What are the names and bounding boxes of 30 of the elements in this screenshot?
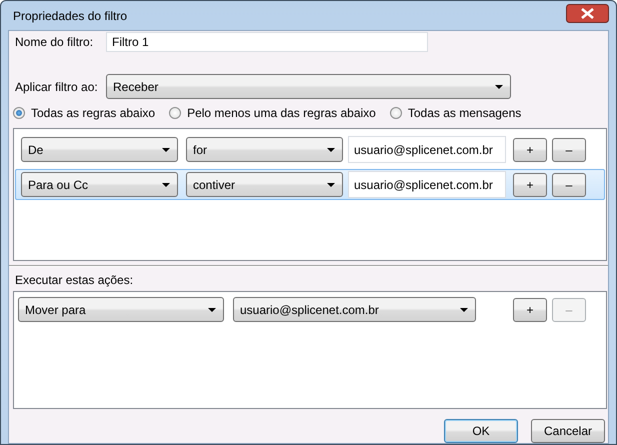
close-icon[interactable]: [566, 4, 609, 23]
add-button[interactable]: +: [513, 172, 547, 196]
cancel-button[interactable]: Cancelar: [531, 419, 605, 443]
apply-to-dropdown[interactable]: Receber: [106, 74, 511, 99]
field-dropdown[interactable]: De: [21, 137, 178, 162]
apply-to-label: Aplicar filtro ao:: [15, 80, 99, 94]
add-button[interactable]: +: [513, 138, 547, 162]
radio-button[interactable]: [13, 107, 25, 119]
radio-button[interactable]: [390, 107, 402, 119]
filter-name-field[interactable]: Filtro 1: [106, 32, 428, 52]
radio-label[interactable]: Pelo menos uma das regras abaixo: [187, 106, 376, 120]
filter-name-label: Nome do filtro:: [15, 35, 94, 49]
window-title: Propriedades do filtro: [13, 8, 128, 22]
radio-label[interactable]: Todas as mensagens: [408, 106, 522, 120]
action-dropdown[interactable]: Mover para: [18, 297, 224, 322]
rule-row[interactable]: De for usuario@splicenet.com.br + –: [15, 134, 605, 165]
radio-label[interactable]: Todas as regras abaixo: [31, 106, 156, 120]
target-dropdown[interactable]: usuario@splicenet.com.br: [233, 297, 476, 322]
operator-dropdown[interactable]: for: [186, 137, 343, 162]
field-dropdown[interactable]: Para ou Cc: [21, 172, 178, 197]
rule-row[interactable]: Para ou Cc contiver usuario@splicenet.com.br + –: [15, 169, 605, 200]
remove-button[interactable]: –: [552, 138, 586, 162]
value-field[interactable]: usuario@splicenet.com.br: [348, 136, 506, 163]
ok-button[interactable]: OK: [444, 419, 518, 443]
remove-button[interactable]: –: [552, 172, 586, 196]
actions-label: Executar estas ações:: [14, 273, 134, 287]
value-field[interactable]: usuario@splicenet.com.br: [348, 171, 506, 198]
operator-dropdown[interactable]: contiver: [186, 172, 343, 197]
add-button[interactable]: +: [513, 298, 547, 322]
radio-button[interactable]: [169, 107, 182, 119]
